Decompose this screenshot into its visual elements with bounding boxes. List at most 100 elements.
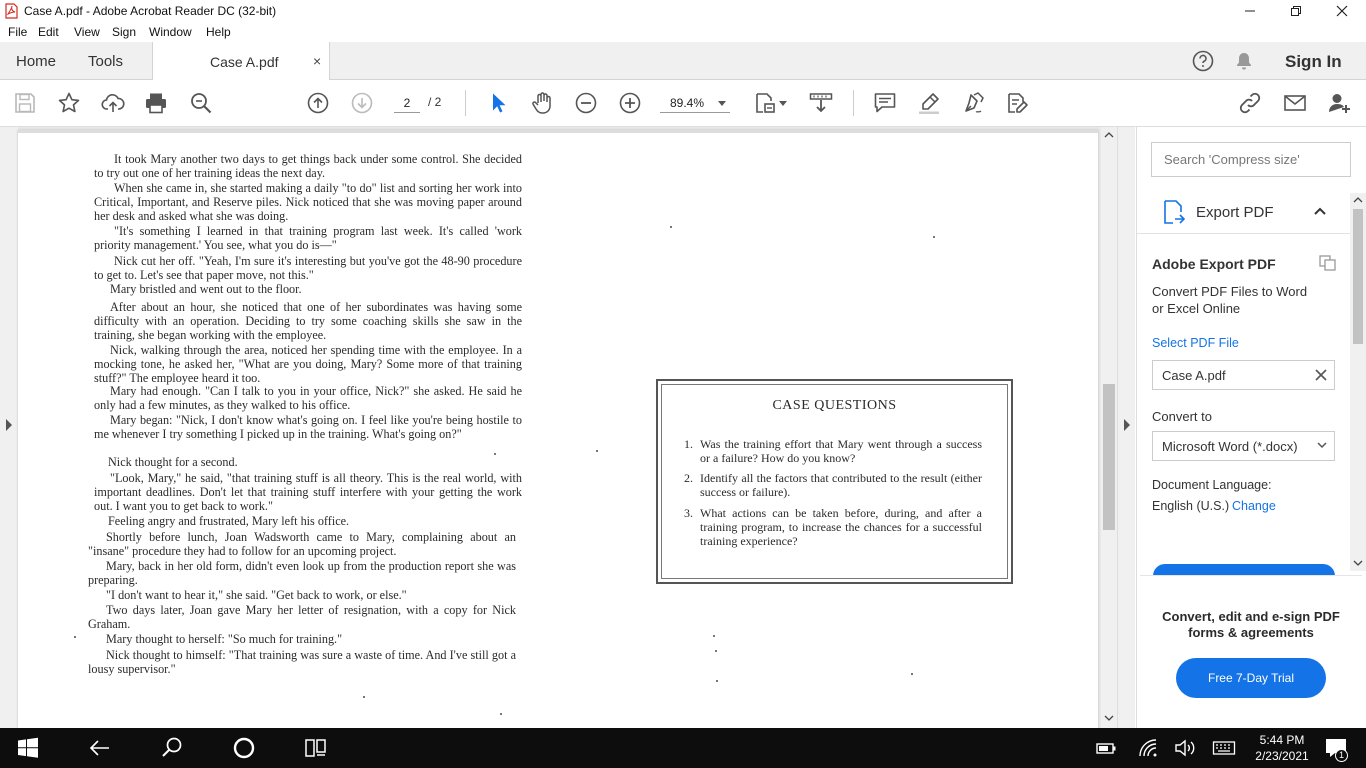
chevron-up-icon[interactable]: [1314, 207, 1326, 215]
task-view-icon[interactable]: [304, 736, 328, 760]
document-paragraph: Mary bristled and went out to the floor.: [110, 282, 302, 296]
zoom-in-button[interactable]: [618, 91, 642, 115]
copy-icon[interactable]: [1319, 255, 1337, 271]
change-language-link[interactable]: Change: [1232, 499, 1276, 513]
network-icon[interactable]: [1136, 736, 1160, 760]
print-button[interactable]: [144, 91, 168, 115]
tools-pane-scrollbar-thumb[interactable]: [1353, 209, 1363, 344]
upsell-panel: Convert, edit and e-sign PDF forms & agr…: [1140, 575, 1362, 728]
tab-document-label: Case A.pdf: [210, 54, 279, 70]
save-button[interactable]: [13, 91, 37, 115]
tab-home[interactable]: Home: [16, 53, 56, 70]
free-trial-button[interactable]: Free 7-Day Trial: [1176, 658, 1326, 698]
cortana-icon[interactable]: [232, 736, 256, 760]
document-paragraph: "I don't want to hear it," she said. "Ge…: [106, 588, 407, 602]
menu-bar: File Edit View Sign Window Help: [0, 22, 1366, 42]
convert-format-select[interactable]: Microsoft Word (*.docx): [1152, 431, 1335, 461]
hand-icon: [532, 92, 551, 114]
tab-document[interactable]: Case A.pdf ×: [152, 42, 330, 81]
menu-file[interactable]: File: [8, 25, 27, 39]
close-icon: [1336, 5, 1348, 17]
back-arrow-icon[interactable]: [88, 736, 112, 760]
clear-file-icon[interactable]: [1315, 369, 1327, 381]
window-title: Case A.pdf - Adobe Acrobat Reader DC (32…: [24, 4, 277, 18]
system-clock[interactable]: 5:44 PM 2/23/2021: [1248, 732, 1316, 764]
minus-circle-icon: [575, 92, 597, 114]
restore-button[interactable]: [1273, 0, 1319, 22]
document-paragraph: "Look, Mary," he said, "that training st…: [94, 471, 522, 514]
convert-format-value: Microsoft Word (*.docx): [1162, 439, 1298, 454]
zoom-out-button[interactable]: [574, 91, 598, 115]
selected-file-field[interactable]: Case A.pdf: [1152, 360, 1335, 390]
minimize-button[interactable]: [1227, 0, 1273, 22]
select-pdf-link[interactable]: Select PDF File: [1152, 336, 1239, 350]
document-language-label: Document Language:: [1152, 478, 1272, 492]
page-fit-icon: [756, 93, 775, 113]
search-icon[interactable]: [160, 736, 184, 760]
menu-window[interactable]: Window: [149, 25, 192, 39]
upload-button[interactable]: [101, 91, 125, 115]
select-tool-button[interactable]: [487, 91, 511, 115]
close-tab-icon[interactable]: ×: [313, 53, 321, 69]
share-link-button[interactable]: [1238, 91, 1262, 115]
scan-speck: [713, 635, 715, 637]
tool-search-input[interactable]: Search 'Compress size': [1151, 142, 1351, 177]
tab-tools[interactable]: Tools: [88, 53, 123, 70]
scroll-mode-button[interactable]: [809, 91, 833, 115]
windows-start-icon[interactable]: [16, 736, 40, 760]
zoom-level-select[interactable]: 89.4%: [660, 93, 730, 113]
chevron-down-icon: [1317, 442, 1327, 449]
keyboard-icon[interactable]: [1212, 736, 1236, 760]
highlight-button[interactable]: [917, 91, 941, 115]
tools-pane-scrollbar[interactable]: [1350, 193, 1366, 571]
bell-icon[interactable]: [1234, 51, 1254, 71]
help-icon[interactable]: [1192, 50, 1214, 72]
restore-icon: [1291, 6, 1301, 16]
star-icon: [58, 92, 80, 113]
right-pane-toggle[interactable]: [1117, 127, 1135, 728]
menu-edit[interactable]: Edit: [38, 25, 59, 39]
hand-tool-button[interactable]: [530, 91, 554, 115]
export-heading: Adobe Export PDF: [1152, 256, 1276, 272]
bookmark-button[interactable]: [57, 91, 81, 115]
scroll-down-icon[interactable]: [1353, 560, 1363, 567]
case-questions-title: CASE QUESTIONS: [772, 398, 897, 413]
left-pane-toggle[interactable]: [0, 127, 18, 728]
scan-speck: [716, 680, 718, 682]
find-button[interactable]: [189, 91, 213, 115]
email-button[interactable]: [1283, 91, 1307, 115]
close-window-button[interactable]: [1319, 0, 1365, 22]
page-number-input[interactable]: 2: [394, 93, 420, 113]
export-pdf-header[interactable]: Export PDF: [1137, 190, 1351, 234]
document-scrollbar-thumb[interactable]: [1103, 384, 1115, 530]
scan-speck: [715, 650, 717, 652]
previous-page-button[interactable]: [306, 91, 330, 115]
toolbar-divider: [465, 90, 466, 116]
case-question-item: 2. Identify all the factors that contrib…: [684, 471, 984, 501]
next-page-button[interactable]: [350, 91, 374, 115]
menu-help[interactable]: Help: [206, 25, 231, 39]
document-scrollbar[interactable]: [1101, 127, 1117, 728]
menu-view[interactable]: View: [74, 25, 100, 39]
question-text: Identify all the factors that contribute…: [700, 471, 982, 499]
volume-icon[interactable]: [1173, 736, 1197, 760]
tab-bar: Home Tools Case A.pdf × Sign In: [0, 42, 1366, 81]
cloud-upload-icon: [101, 94, 125, 112]
sign-in-button[interactable]: Sign In: [1285, 52, 1342, 72]
page-display-button[interactable]: [754, 91, 778, 115]
battery-icon[interactable]: [1094, 736, 1118, 760]
edit-pdf-button[interactable]: [1005, 91, 1029, 115]
cursor-arrow-icon: [493, 93, 506, 113]
chevron-down-icon[interactable]: [779, 101, 787, 106]
scroll-up-icon[interactable]: [1104, 131, 1114, 138]
fill-sign-button[interactable]: [961, 91, 985, 115]
menu-sign[interactable]: Sign: [112, 25, 136, 39]
title-bar: Case A.pdf - Adobe Acrobat Reader DC (32…: [0, 0, 1366, 22]
share-people-button[interactable]: [1327, 91, 1351, 115]
comment-button[interactable]: [873, 91, 897, 115]
scroll-up-icon[interactable]: [1353, 196, 1363, 203]
case-questions-box: CASE QUESTIONS 1. Was the training effor…: [656, 379, 1013, 584]
scroll-down-icon[interactable]: [1104, 715, 1114, 722]
scan-speck: [363, 696, 365, 698]
clock-date: 2/23/2021: [1255, 749, 1309, 763]
